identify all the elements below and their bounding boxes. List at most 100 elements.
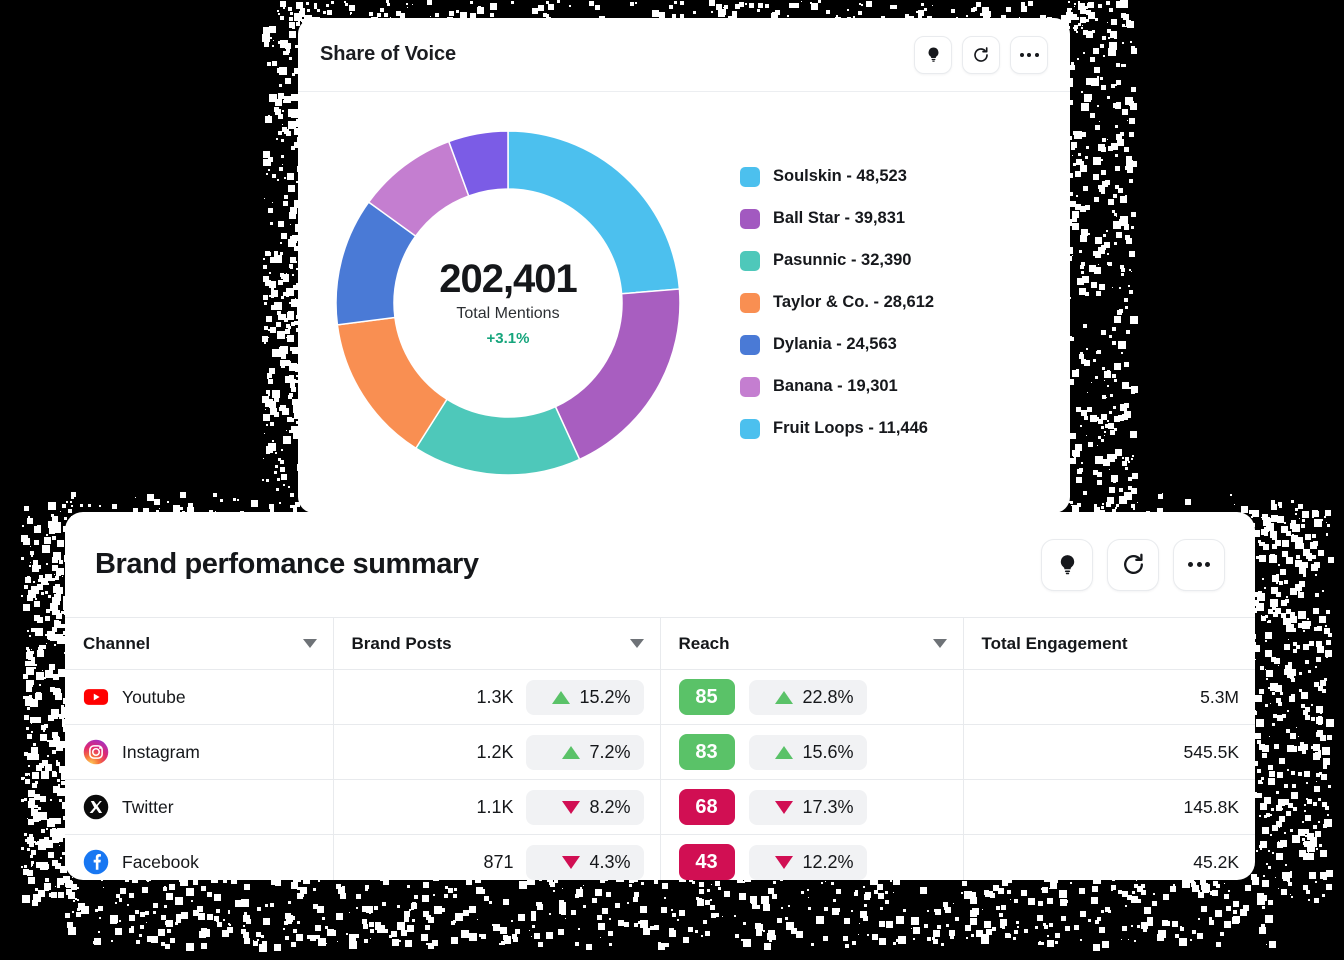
cell-brand-posts: 1.3K 15.2% [333, 670, 660, 725]
brand-posts-value: 1.3K [476, 687, 513, 708]
legend-label: Ball Star - 39,831 [773, 209, 905, 228]
brand-posts-change-value: 4.3% [589, 852, 630, 873]
brand-performance-table: Channel Brand Posts Reach Total Engageme… [65, 617, 1255, 880]
column-header-reach[interactable]: Reach [660, 618, 963, 670]
reach-change-badge: 22.8% [749, 680, 867, 715]
refresh-icon [1121, 552, 1146, 577]
share-of-voice-header: Share of Voice [298, 18, 1070, 92]
legend-label: Pasunnic - 32,390 [773, 251, 912, 270]
facebook-icon [83, 849, 109, 875]
legend-label: Taylor & Co. - 28,612 [773, 293, 934, 312]
legend-label: Dylania - 24,563 [773, 335, 897, 354]
brand-posts-change-badge: 15.2% [526, 680, 644, 715]
legend-item[interactable]: Soulskin - 48,523 [740, 161, 934, 193]
brand-posts-value: 871 [483, 852, 513, 873]
cell-total-engagement: 45.2K [963, 835, 1255, 881]
trend-up-icon [552, 691, 570, 704]
reach-change-value: 15.6% [802, 742, 853, 763]
ellipsis-icon [1020, 53, 1039, 57]
trend-down-icon [562, 856, 580, 869]
brand-summary-actions [1041, 539, 1225, 591]
reach-change-badge: 15.6% [749, 735, 867, 770]
share-of-voice-card: Share of Voice 202,401 Total Mentions +3… [298, 18, 1070, 513]
trend-up-icon [775, 746, 793, 759]
cell-reach: 85 22.8% [660, 670, 963, 725]
reach-score-badge: 68 [679, 789, 735, 825]
cell-total-engagement: 145.8K [963, 780, 1255, 835]
reach-score-badge: 83 [679, 734, 735, 770]
table-row[interactable]: Instagram 1.2K 7.2% 83 15.6% 545.5K [65, 725, 1255, 780]
brand-posts-value: 1.1K [476, 797, 513, 818]
legend-item[interactable]: Banana - 19,301 [740, 371, 934, 403]
twitter-x-icon [83, 794, 109, 820]
cell-reach: 83 15.6% [660, 725, 963, 780]
brand-posts-value: 1.2K [476, 742, 513, 763]
trend-down-icon [775, 801, 793, 814]
more-options-button[interactable] [1173, 539, 1225, 591]
donut-chart: 202,401 Total Mentions +3.1% [332, 127, 684, 479]
column-header-total-engagement[interactable]: Total Engagement [963, 618, 1255, 670]
donut-slice-ball-star[interactable] [555, 289, 680, 459]
card-actions [914, 36, 1048, 74]
reach-score-badge: 43 [679, 844, 735, 880]
table-row[interactable]: Twitter 1.1K 8.2% 68 17.3% 145.8K [65, 780, 1255, 835]
legend-item[interactable]: Pasunnic - 32,390 [740, 245, 934, 277]
donut-slice-soulskin[interactable] [508, 131, 679, 294]
brand-posts-change-badge: 8.2% [526, 790, 644, 825]
reach-change-value: 12.2% [802, 852, 853, 873]
refresh-button[interactable] [1107, 539, 1159, 591]
legend-swatch [740, 209, 760, 229]
legend-swatch [740, 335, 760, 355]
legend-label: Soulskin - 48,523 [773, 167, 907, 186]
refresh-button[interactable] [962, 36, 1000, 74]
brand-posts-change-value: 8.2% [589, 797, 630, 818]
table-row[interactable]: Facebook 871 4.3% 43 12.2% 45.2K [65, 835, 1255, 881]
trend-down-icon [775, 856, 793, 869]
column-header-brand-posts[interactable]: Brand Posts [333, 618, 660, 670]
table-row[interactable]: Youtube 1.3K 15.2% 85 22.8% 5.3M [65, 670, 1255, 725]
page-title: Share of Voice [320, 43, 456, 66]
lightbulb-icon [1056, 553, 1079, 576]
column-label: Total Engagement [982, 634, 1128, 654]
legend-swatch [740, 167, 760, 187]
sort-caret-icon[interactable] [630, 639, 644, 648]
sort-caret-icon[interactable] [933, 639, 947, 648]
legend-item[interactable]: Dylania - 24,563 [740, 329, 934, 361]
refresh-icon [972, 46, 990, 64]
brand-posts-change-value: 15.2% [579, 687, 630, 708]
insights-button[interactable] [914, 36, 952, 74]
legend-item[interactable]: Ball Star - 39,831 [740, 203, 934, 235]
reach-score-badge: 85 [679, 679, 735, 715]
cell-brand-posts: 1.1K 8.2% [333, 780, 660, 835]
cell-brand-posts: 1.2K 7.2% [333, 725, 660, 780]
cell-total-engagement: 5.3M [963, 670, 1255, 725]
reach-change-value: 22.8% [802, 687, 853, 708]
legend-label: Banana - 19,301 [773, 377, 898, 396]
chart-legend: Soulskin - 48,523 Ball Star - 39,831 Pasun… [718, 161, 934, 445]
more-options-button[interactable] [1010, 36, 1048, 74]
legend-swatch [740, 251, 760, 271]
sort-caret-icon[interactable] [303, 639, 317, 648]
table-header-row: Channel Brand Posts Reach Total Engageme… [65, 618, 1255, 670]
channel-name: Youtube [122, 687, 186, 708]
trend-down-icon [562, 801, 580, 814]
ellipsis-icon [1188, 562, 1210, 567]
reach-change-value: 17.3% [802, 797, 853, 818]
trend-up-icon [562, 746, 580, 759]
legend-item[interactable]: Taylor & Co. - 28,612 [740, 287, 934, 319]
cell-reach: 68 17.3% [660, 780, 963, 835]
cell-channel: Instagram [65, 725, 333, 780]
column-label: Reach [679, 634, 730, 654]
cell-channel: Youtube [65, 670, 333, 725]
table-body: Youtube 1.3K 15.2% 85 22.8% 5.3M Instagram 1.2K… [65, 670, 1255, 881]
donut-chart-container: 202,401 Total Mentions +3.1% [298, 127, 718, 479]
cell-brand-posts: 871 4.3% [333, 835, 660, 881]
brand-posts-change-badge: 4.3% [526, 845, 644, 880]
brand-posts-change-value: 7.2% [589, 742, 630, 763]
channel-name: Instagram [122, 742, 200, 763]
cell-reach: 43 12.2% [660, 835, 963, 881]
column-header-channel[interactable]: Channel [65, 618, 333, 670]
brand-posts-change-badge: 7.2% [526, 735, 644, 770]
legend-item[interactable]: Fruit Loops - 11,446 [740, 413, 934, 445]
insights-button[interactable] [1041, 539, 1093, 591]
